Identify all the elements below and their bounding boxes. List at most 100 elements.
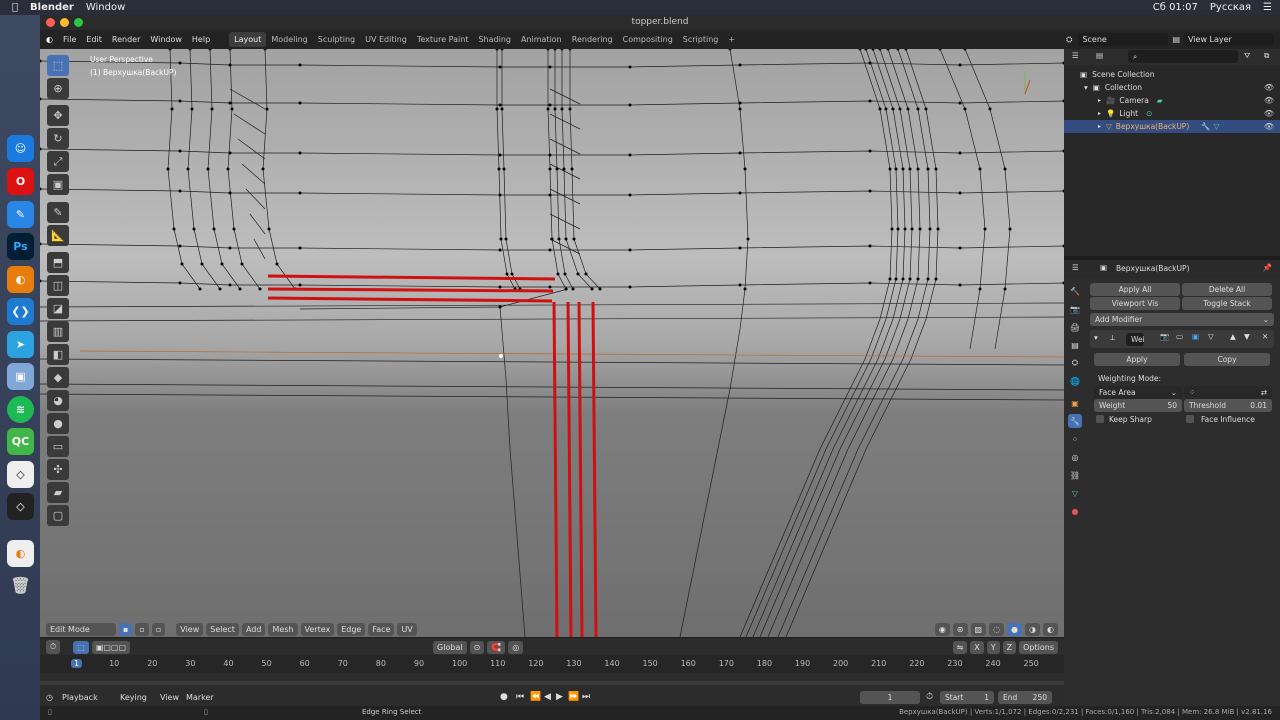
toggle-stack-button[interactable]: Toggle Stack: [1182, 297, 1272, 310]
pin-icon[interactable]: 📌: [1263, 263, 1272, 272]
output-tab-icon[interactable]: 🖨: [1068, 320, 1082, 334]
trash-icon[interactable]: 🗑: [7, 572, 34, 599]
physics-tab-icon[interactable]: ◎: [1068, 450, 1082, 464]
jump-end-icon[interactable]: ⏭: [582, 692, 590, 702]
mode-dropdown[interactable]: Edit Mode: [46, 622, 116, 636]
app-menu[interactable]: Blender: [30, 2, 74, 13]
start-frame-field[interactable]: Start 1: [940, 691, 994, 704]
add-modifier-dropdown[interactable]: Add Modifier ⌄: [1090, 313, 1274, 326]
eye-icon[interactable]: 👁: [1264, 96, 1274, 105]
view-layer-field[interactable]: View Layer: [1184, 33, 1274, 46]
menu-face[interactable]: Face: [368, 622, 395, 636]
end-frame-field[interactable]: End 250: [998, 691, 1052, 704]
menu-edit[interactable]: Edit: [86, 35, 102, 44]
tab-uv-editing[interactable]: UV Editing: [360, 32, 412, 47]
display-mode-icon[interactable]: ▤: [1096, 51, 1103, 60]
expand-arrow-icon[interactable]: ▸: [1098, 110, 1101, 117]
pivot-point-icon[interactable]: ⊙: [469, 640, 485, 654]
tab-layout[interactable]: Layout: [229, 32, 267, 47]
blender-logo-icon[interactable]: ◐: [46, 35, 53, 44]
vscode-icon[interactable]: ❮❯: [7, 298, 34, 325]
outliner-row-scene-collection[interactable]: ▣ Scene Collection: [1064, 68, 1280, 81]
transform-orientation-dropdown[interactable]: Global: [433, 640, 467, 654]
scale-tool-icon[interactable]: ⤢: [47, 151, 69, 172]
bevel-tool-icon[interactable]: ◪: [47, 298, 69, 319]
maximize-icon[interactable]: [74, 18, 83, 27]
current-frame-field[interactable]: 1: [860, 691, 920, 704]
edge-slide-tool-icon[interactable]: ▭: [47, 436, 69, 457]
editor-type-icon[interactable]: ⏱: [46, 640, 61, 654]
axis-y[interactable]: Y: [986, 640, 1000, 654]
spin-tool-icon[interactable]: ◕: [47, 390, 69, 411]
poly-build-tool-icon[interactable]: ◆: [47, 367, 69, 388]
blender-icon[interactable]: ◐: [7, 266, 34, 293]
smooth-tool-icon[interactable]: ●: [47, 413, 69, 434]
vertex-select-mode-icon[interactable]: ▪: [119, 622, 133, 636]
select-box-tool-icon[interactable]: ⬚: [47, 55, 69, 76]
shear-tool-icon[interactable]: ▰: [47, 482, 69, 503]
solid-shading-icon[interactable]: ●: [1007, 622, 1023, 636]
move-down-icon[interactable]: ▼: [1244, 332, 1250, 341]
opera-icon[interactable]: O: [7, 168, 34, 195]
expand-arrow-icon[interactable]: ▾: [1084, 83, 1088, 92]
on-cage-icon[interactable]: ▽: [1208, 332, 1214, 341]
outliner-editor-icon[interactable]: ☰: [1072, 51, 1079, 60]
constraints-tab-icon[interactable]: ⛓: [1068, 468, 1082, 482]
tab-sculpting[interactable]: Sculpting: [313, 32, 360, 47]
axis-x[interactable]: X: [970, 640, 984, 654]
preview-icon[interactable]: ▣: [7, 363, 34, 390]
eye-icon[interactable]: 👁: [1264, 109, 1274, 118]
tab-animation[interactable]: Animation: [516, 32, 567, 47]
viewport-vis-button[interactable]: Viewport Vis: [1090, 297, 1180, 310]
menu-edge[interactable]: Edge: [337, 622, 366, 636]
extrude-tool-icon[interactable]: ⬒: [47, 252, 69, 273]
menu-marker[interactable]: Marker: [186, 693, 214, 702]
keep-sharp-checkbox[interactable]: [1096, 415, 1104, 423]
menu-file[interactable]: File: [63, 35, 76, 44]
tab-texture-paint[interactable]: Texture Paint: [412, 32, 474, 47]
menu-icon[interactable]: ☰: [1263, 2, 1272, 13]
wireframe-shading-icon[interactable]: ◌: [989, 622, 1005, 636]
timeline-scrollbar[interactable]: [40, 681, 1064, 685]
outliner-row-light[interactable]: ▸ 💡 Light ⊙ 👁: [1064, 107, 1280, 120]
menu-mesh[interactable]: Mesh: [268, 622, 298, 636]
xcode-icon[interactable]: ✎: [7, 201, 34, 228]
timeline-editor-icon[interactable]: ◷: [46, 693, 53, 702]
outliner-search-input[interactable]: ⌕: [1128, 50, 1238, 63]
show-viewport-icon[interactable]: ▭: [1176, 332, 1183, 341]
world-tab-icon[interactable]: 🌐: [1068, 374, 1082, 388]
menu-keying[interactable]: Keying: [120, 693, 147, 702]
shrink-tool-icon[interactable]: ✣: [47, 459, 69, 480]
eye-icon[interactable]: 👁: [1264, 122, 1274, 131]
threshold-field[interactable]: Threshold 0.01: [1184, 399, 1272, 412]
viewport-gizmo-toggle-icon[interactable]: ◉: [934, 622, 950, 636]
filter-icon[interactable]: ⛛: [1244, 51, 1250, 61]
cursor-tool-icon[interactable]: ⊕: [47, 78, 69, 99]
menu-timeline-view[interactable]: View: [160, 693, 179, 702]
play-icon[interactable]: ▶: [556, 692, 563, 702]
knife-tool-icon[interactable]: ◧: [47, 344, 69, 365]
transform-tool-icon[interactable]: ▣: [47, 174, 69, 195]
measure-tool-icon[interactable]: 📐: [47, 225, 69, 246]
collapse-arrow-icon[interactable]: ▾: [1094, 333, 1098, 342]
apply-all-button[interactable]: Apply All: [1090, 283, 1180, 296]
blend-file-icon[interactable]: ◐: [7, 540, 34, 567]
unity-hub-icon[interactable]: ◇: [7, 493, 34, 520]
rotate-tool-icon[interactable]: ↻: [47, 128, 69, 149]
snap-icon[interactable]: 🧲: [487, 640, 506, 654]
telegram-icon[interactable]: ➤: [7, 331, 34, 358]
apple-icon[interactable]: : [12, 2, 18, 13]
3d-viewport[interactable]: User Perspective (1) Верхушка(BackUP): [40, 49, 1064, 637]
data-tab-icon[interactable]: ▽: [1068, 486, 1082, 500]
mirror-icon[interactable]: ⇋: [952, 640, 968, 654]
loop-cut-tool-icon[interactable]: ▥: [47, 321, 69, 342]
tab-rendering[interactable]: Rendering: [567, 32, 618, 47]
invert-icon[interactable]: ⇄: [1261, 388, 1267, 397]
rip-tool-icon[interactable]: ▢: [47, 505, 69, 526]
weighting-mode-dropdown[interactable]: Face Area ⌄: [1094, 386, 1182, 399]
face-influence-checkbox[interactable]: [1186, 415, 1194, 423]
outliner-row-mesh[interactable]: ▸ ▽ Верхушка(BackUP) 🔧 ▽ 👁: [1064, 120, 1280, 133]
clock[interactable]: Сб 01:07: [1153, 2, 1198, 13]
proportional-edit-icon[interactable]: ◎: [508, 640, 524, 654]
menu-render[interactable]: Render: [112, 35, 140, 44]
